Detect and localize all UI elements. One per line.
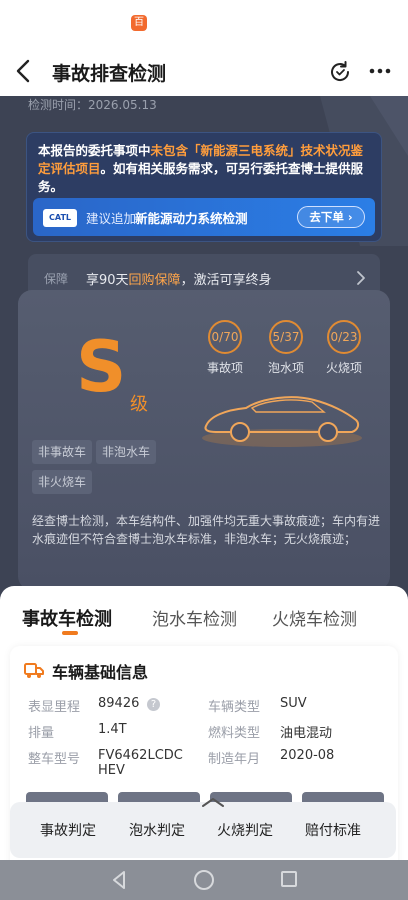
guarantee-tag: 保障: [44, 272, 69, 286]
order-button-label: 去下单: [309, 210, 344, 224]
inspection-summary: 经查博士检测，本车结构件、加强件均无重大事故痕迹；车内有进水痕迹但不符合查博士泡…: [32, 514, 381, 546]
suggest-item: 新能源动力系统检测: [135, 211, 248, 226]
stat-label: 泡水项: [267, 361, 304, 375]
chevron-up-icon[interactable]: [200, 796, 226, 808]
stat-value: 0/70: [208, 320, 242, 354]
tab-accident[interactable]: 事故车检测: [22, 605, 112, 631]
help-icon[interactable]: ?: [147, 698, 160, 711]
grade-suffix: 级: [130, 394, 148, 415]
guarantee-text: 享90天回购保障，激活可享终身: [86, 269, 272, 288]
status-bar: 百: [0, 0, 408, 46]
info-key: 排量: [28, 726, 55, 741]
bottom-quick-nav: 事故判定 泡水判定 火烧判定 赔付标准: [10, 798, 396, 858]
grade-letter: S: [76, 326, 127, 408]
stat-fire: 0/23 火烧项: [319, 320, 369, 376]
truck-icon: [24, 663, 44, 678]
notice-text: 本报告的委托事项中未包含「新能源三电系统」技术状况鉴定评估项目。如有相关服务需求…: [38, 142, 374, 196]
suggest-banner[interactable]: CATL 建议追加 新能源动力系统检测 去下单 ›: [33, 198, 375, 236]
info-value: 油电混动: [280, 726, 333, 741]
notice-part1: 本报告的委托事项中: [38, 143, 151, 158]
info-value: 2020-08: [280, 748, 335, 763]
info-key: 制造年月: [208, 752, 261, 767]
refresh-icon[interactable]: [327, 59, 353, 85]
catl-logo: CATL: [43, 209, 77, 227]
system-back-icon[interactable]: [110, 870, 128, 890]
info-value: SUV: [280, 696, 307, 711]
tab-fire[interactable]: 火烧车检测: [272, 605, 357, 630]
status-chip: 非火烧车: [32, 470, 93, 494]
chevron-left-icon[interactable]: [12, 58, 36, 84]
guarantee-highlight: 回购保障: [128, 273, 181, 288]
car-illustration: [202, 396, 362, 447]
page-title: 事故排查检测: [52, 63, 167, 85]
info-value: FV6462LCDC HEV: [98, 748, 183, 778]
grade-card: S 级 0/70 事故项 5/37 泡水项 0/23 火烧项 非事故车 非泡水车…: [18, 290, 390, 590]
tab-flood[interactable]: 泡水车检测: [152, 605, 237, 630]
app-notification-icon: 百: [131, 15, 147, 31]
vehicle-info-title: 车辆基础信息: [52, 663, 149, 682]
guarantee-text-before: 享90天: [86, 273, 129, 288]
nav-accident-judgement[interactable]: 事故判定: [40, 820, 96, 840]
tab-indicator: [62, 631, 78, 635]
info-value: 89426: [98, 696, 140, 711]
system-recents-icon[interactable]: [281, 871, 297, 887]
stat-flood: 5/37 泡水项: [261, 320, 311, 376]
stat-label: 火烧项: [325, 361, 362, 375]
info-key: 燃料类型: [208, 726, 261, 741]
stat-value: 5/37: [269, 320, 303, 354]
status-chip: 非事故车: [32, 440, 93, 464]
stat-label: 事故项: [206, 361, 243, 375]
info-value: 1.4T: [98, 722, 127, 737]
detect-time: 检测时间：2026.05.13: [28, 98, 157, 112]
info-key: 车辆类型: [208, 700, 261, 715]
info-key: 表显里程: [28, 700, 81, 715]
chevron-right-icon: ›: [347, 210, 353, 224]
order-button[interactable]: 去下单 ›: [297, 206, 365, 228]
guarantee-text-after: ，激活可享终身: [180, 273, 272, 288]
nav-compensation-standard[interactable]: 赔付标准: [305, 820, 361, 840]
more-icon[interactable]: [368, 59, 392, 83]
status-chip: 非泡水车: [96, 440, 157, 464]
nav-flood-judgement[interactable]: 泡水判定: [129, 820, 185, 840]
chevron-right-icon: [357, 271, 365, 285]
system-home-icon[interactable]: [194, 870, 214, 890]
suggest-prefix: 建议追加: [86, 211, 137, 226]
scope-notice: 本报告的委托事项中未包含「新能源三电系统」技术状况鉴定评估项目。如有相关服务需求…: [26, 132, 382, 242]
vehicle-info-card: 车辆基础信息 表显里程 89426 ? 车辆类型 SUV 排量 1.4T 燃料类…: [10, 646, 398, 896]
top-navbar: 事故排查检测: [0, 46, 408, 96]
stat-value: 0/23: [327, 320, 361, 354]
info-key: 整车型号: [28, 752, 81, 767]
stat-accident: 0/70 事故项: [200, 320, 250, 376]
system-navigation-bar: [0, 860, 408, 900]
nav-fire-judgement[interactable]: 火烧判定: [217, 820, 273, 840]
